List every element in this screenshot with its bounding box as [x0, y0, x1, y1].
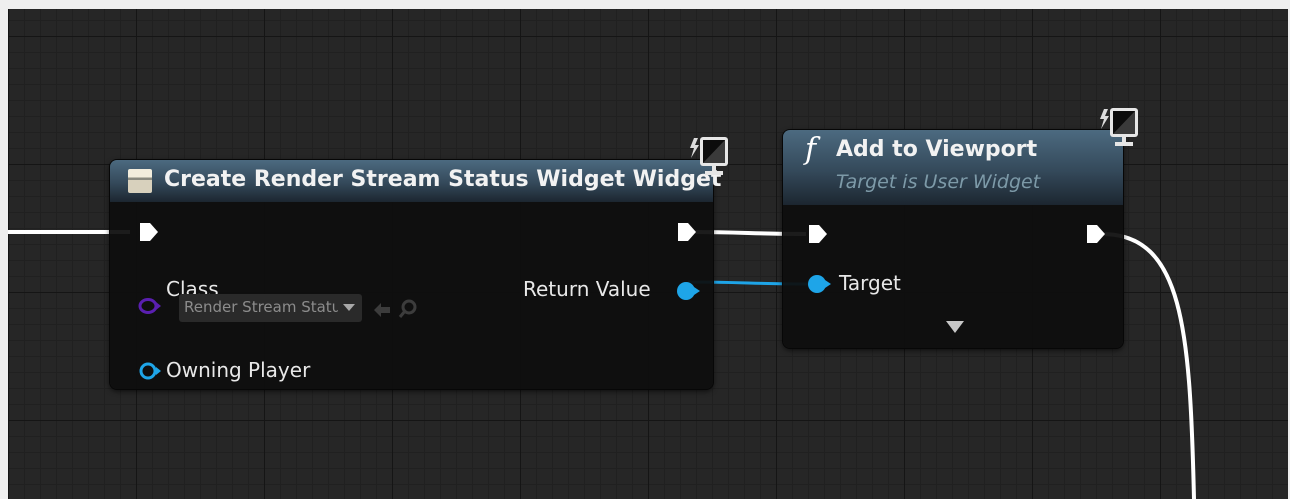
create-widget-node[interactable]: Create Render Stream Status Widget Widge… [110, 160, 721, 389]
add-to-viewport-node-title: Add to Viewport [836, 137, 1038, 162]
class-dropdown[interactable]: Render Stream Status Widget [179, 294, 362, 322]
add-to-viewport-node-subtitle: Target is User Widget [836, 171, 1041, 193]
return-value-pin[interactable] [675, 281, 701, 301]
use-selected-arrow-icon[interactable] [372, 301, 392, 319]
monitor-icon [690, 137, 728, 175]
target-pin-label: Target [839, 271, 901, 295]
monitor-icon [1100, 108, 1138, 146]
exec-in-pin[interactable] [139, 222, 159, 242]
exec-out-pin[interactable] [677, 222, 697, 242]
exec-out-pin[interactable] [1086, 224, 1106, 244]
class-pin[interactable] [137, 296, 163, 316]
add-to-viewport-node[interactable]: f Add to Viewport Target is User Widget … [783, 130, 1123, 348]
blueprint-graph-canvas[interactable]: Create Render Stream Status Widget Widge… [8, 9, 1288, 499]
create-widget-node-header[interactable]: Create Render Stream Status Widget Widge… [110, 160, 721, 202]
add-to-viewport-node-header[interactable]: f Add to Viewport Target is User Widget [783, 130, 1123, 205]
create-widget-node-title: Create Render Stream Status Widget Widge… [164, 167, 722, 192]
widget-class-icon [128, 169, 152, 193]
target-pin[interactable] [806, 274, 832, 294]
return-value-label: Return Value [523, 277, 651, 301]
function-icon: f [805, 132, 817, 167]
browse-search-icon[interactable] [398, 299, 418, 319]
expand-arrow-icon[interactable] [945, 320, 965, 334]
owning-player-pin[interactable] [137, 361, 163, 381]
owning-player-label: Owning Player [166, 358, 311, 382]
class-dropdown-value: Render Stream Status Widget [184, 298, 338, 316]
exec-in-pin[interactable] [808, 224, 828, 244]
chevron-down-icon [343, 304, 355, 311]
